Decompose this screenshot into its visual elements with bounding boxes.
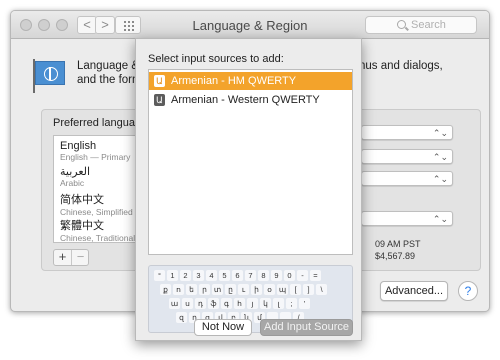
chevron-updown-icon: ⌃⌄ <box>432 128 448 138</box>
keyboard-key: 9 <box>271 270 282 281</box>
un-flag-icon <box>35 61 65 85</box>
region-popup[interactable]: ⌃⌄ <box>361 125 453 140</box>
keyboard-key: [ <box>290 284 301 295</box>
keyboard-row: ա ս դ ֆ գ հ յ կ լ; ' <box>169 298 310 309</box>
not-now-button[interactable]: Not Now <box>194 319 252 336</box>
list-sort-order-popup[interactable]: ⌃⌄ <box>361 211 453 226</box>
keyboard-key: ֆ <box>208 298 219 309</box>
keyboard-key: տ <box>212 284 223 295</box>
number-format-sample: $4,567.89 <box>375 251 416 261</box>
advanced-button[interactable]: Advanced... <box>380 281 448 301</box>
chevron-updown-icon: ⌃⌄ <box>432 214 448 224</box>
input-source-item[interactable]: Ա Armenian - Western QWERTY <box>149 91 352 109</box>
keyboard-key: ' <box>299 298 310 309</box>
keyboard-key: 7 <box>245 270 256 281</box>
remove-language-button[interactable]: − <box>72 250 89 265</box>
keyboard-key: ր <box>199 284 210 295</box>
search-field[interactable]: Search <box>365 16 477 34</box>
calendar-popup[interactable]: ⌃⌄ <box>361 171 453 186</box>
title-bar: < > Language & Region Search <box>11 11 489 39</box>
armenian-input-icon: Ա <box>154 94 165 106</box>
keyboard-key: 6 <box>232 270 243 281</box>
keyboard-key: ք <box>160 284 171 295</box>
add-input-source-button[interactable]: Add Input Source <box>260 319 353 336</box>
keyboard-key: ի <box>251 284 262 295</box>
keyboard-key: զ <box>176 312 187 323</box>
keyboard-key: ը <box>225 284 236 295</box>
keyboard-key: = <box>310 270 321 281</box>
input-source-label: Armenian - HM QWERTY <box>171 75 297 87</box>
search-icon <box>397 20 406 29</box>
armenian-input-icon: Ա <box>154 75 165 87</box>
add-language-button[interactable]: + <box>54 250 71 265</box>
keyboard-key: ո <box>173 284 184 295</box>
time-format-sample: 09 AM PST <box>375 239 421 249</box>
keyboard-key: 8 <box>258 270 269 281</box>
description-line1-right: nus and dialogs, <box>359 60 443 72</box>
keyboard-key: ] <box>303 284 314 295</box>
keyboard-key: ւ <box>238 284 249 295</box>
keyboard-key: 2 <box>180 270 191 281</box>
input-source-sheet: Select input sources to add: Ա Armenian … <box>135 38 362 341</box>
keyboard-key: ս <box>182 298 193 309</box>
keyboard-key: ° <box>154 270 165 281</box>
keyboard-key: 3 <box>193 270 204 281</box>
keyboard-key: յ <box>247 298 258 309</box>
search-placeholder: Search <box>411 19 446 31</box>
keyboard-key: 4 <box>206 270 217 281</box>
keyboard-key: 1 <box>167 270 178 281</box>
input-source-item[interactable]: Ա Armenian - HM QWERTY <box>149 72 352 90</box>
sheet-title: Select input sources to add: <box>148 53 284 65</box>
keyboard-key: հ <box>234 298 245 309</box>
chevron-updown-icon: ⌃⌄ <box>432 174 448 184</box>
keyboard-key: - <box>297 270 308 281</box>
add-remove-control: + − <box>53 249 89 266</box>
help-button[interactable]: ? <box>458 281 478 301</box>
keyboard-key: լ <box>273 298 284 309</box>
keyboard-key: օ <box>264 284 275 295</box>
keyboard-key: ա <box>169 298 180 309</box>
keyboard-key: ; <box>286 298 297 309</box>
first-day-popup[interactable]: ⌃⌄ <box>361 149 453 164</box>
keyboard-key: \ <box>316 284 327 295</box>
keyboard-key: պ <box>277 284 288 295</box>
keyboard-row: ° 1 2 3 4 5 6 7 8 9 0- = <box>154 270 321 281</box>
keyboard-row: ք ո ե ր տ ը ւ ի օ պ[] \ <box>160 284 327 295</box>
input-source-label: Armenian - Western QWERTY <box>171 94 320 106</box>
keyboard-key: ե <box>186 284 197 295</box>
chevron-updown-icon: ⌃⌄ <box>432 152 448 162</box>
keyboard-key: կ <box>260 298 271 309</box>
keyboard-key: գ <box>221 298 232 309</box>
keyboard-key: դ <box>195 298 206 309</box>
input-source-list[interactable]: Ա Armenian - HM QWERTY Ա Armenian - West… <box>148 69 353 255</box>
keyboard-key: 0 <box>284 270 295 281</box>
keyboard-key: 5 <box>219 270 230 281</box>
